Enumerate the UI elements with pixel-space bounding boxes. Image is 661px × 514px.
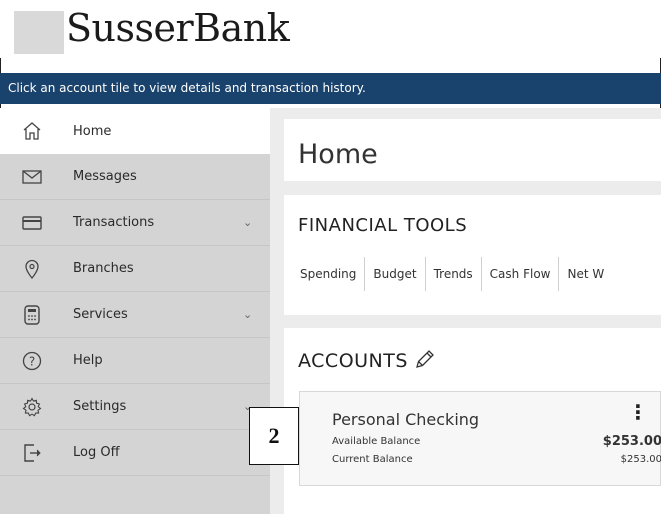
financial-tools-card: FINANCIAL TOOLS Spending Budget Trends C… — [284, 195, 661, 315]
tool-budget[interactable]: Budget — [364, 257, 424, 291]
bank-logo[interactable]: SusserBank — [66, 6, 290, 50]
sidebar-item-transactions[interactable]: Transactions ⌄ — [0, 200, 270, 246]
available-balance-label: Available Balance — [332, 436, 421, 447]
accounts-card: ACCOUNTS Personal Checking ⋮ Available B… — [284, 328, 661, 514]
sidebar-item-home[interactable]: Home — [0, 108, 270, 154]
tool-cash-flow[interactable]: Cash Flow — [480, 257, 559, 291]
account-tile[interactable]: Personal Checking ⋮ Available Balance $2… — [299, 391, 661, 486]
sidebar-item-label: Help — [73, 353, 103, 368]
sidebar-item-label: Branches — [73, 261, 134, 276]
location-pin-icon — [20, 257, 44, 281]
page-title: Home — [298, 139, 378, 170]
sidebar-item-settings[interactable]: Settings ⌄ — [0, 384, 270, 430]
chevron-down-icon[interactable]: ⌄ — [243, 308, 252, 321]
sidebar-item-label: Messages — [73, 169, 137, 184]
sidebar-item-label: Home — [73, 123, 112, 139]
available-balance-value: $253.00 — [602, 434, 661, 449]
account-name: Personal Checking — [332, 410, 480, 429]
financial-tools-list: Spending Budget Trends Cash Flow Net W — [298, 257, 612, 291]
sidebar-item-services[interactable]: Services ⌄ — [0, 292, 270, 338]
gear-icon — [20, 395, 44, 419]
sidebar-item-messages[interactable]: Messages — [0, 154, 270, 200]
envelope-icon — [20, 165, 44, 189]
pencil-icon[interactable] — [414, 348, 436, 374]
card-icon — [20, 211, 44, 235]
tool-spending[interactable]: Spending — [298, 257, 364, 291]
financial-tools-title: FINANCIAL TOOLS — [298, 215, 468, 236]
sidebar-item-branches[interactable]: Branches — [0, 246, 270, 292]
available-balance-row: Available Balance $253.00 — [332, 434, 661, 449]
sidebar-item-label: Transactions — [73, 215, 155, 230]
tool-trends[interactable]: Trends — [424, 257, 481, 291]
main-content: Home FINANCIAL TOOLS Spending Budget Tre… — [270, 108, 661, 514]
sidebar: Home Messages Transactions ⌄ Branches Se… — [0, 108, 270, 514]
sidebar-item-label: Settings — [73, 399, 127, 414]
current-balance-row: Current Balance $253.00 — [332, 454, 661, 465]
current-balance-label: Current Balance — [332, 454, 413, 465]
more-options-icon[interactable]: ⋮ — [628, 400, 648, 424]
question-icon: ? — [20, 349, 44, 373]
current-balance-value: $253.00 — [620, 454, 661, 465]
instruction-banner: Click an account tile to view details an… — [0, 73, 661, 104]
home-icon — [20, 119, 44, 143]
sidebar-item-help[interactable]: ? Help — [0, 338, 270, 384]
sidebar-item-logoff[interactable]: Log Off — [0, 430, 270, 476]
svg-text:?: ? — [29, 354, 35, 368]
logo-mark — [14, 11, 64, 54]
tool-net-worth[interactable]: Net W — [558, 257, 612, 291]
sidebar-item-label: Log Off — [73, 445, 120, 460]
header: SusserBank — [0, 0, 661, 58]
calculator-icon — [20, 303, 44, 327]
home-card: Home — [284, 119, 661, 181]
accounts-title: ACCOUNTS — [298, 350, 408, 372]
chevron-down-icon[interactable]: ⌄ — [243, 216, 252, 229]
logout-icon — [20, 441, 44, 465]
sidebar-item-label: Services — [73, 307, 128, 322]
step-callout: 2 — [249, 407, 299, 465]
